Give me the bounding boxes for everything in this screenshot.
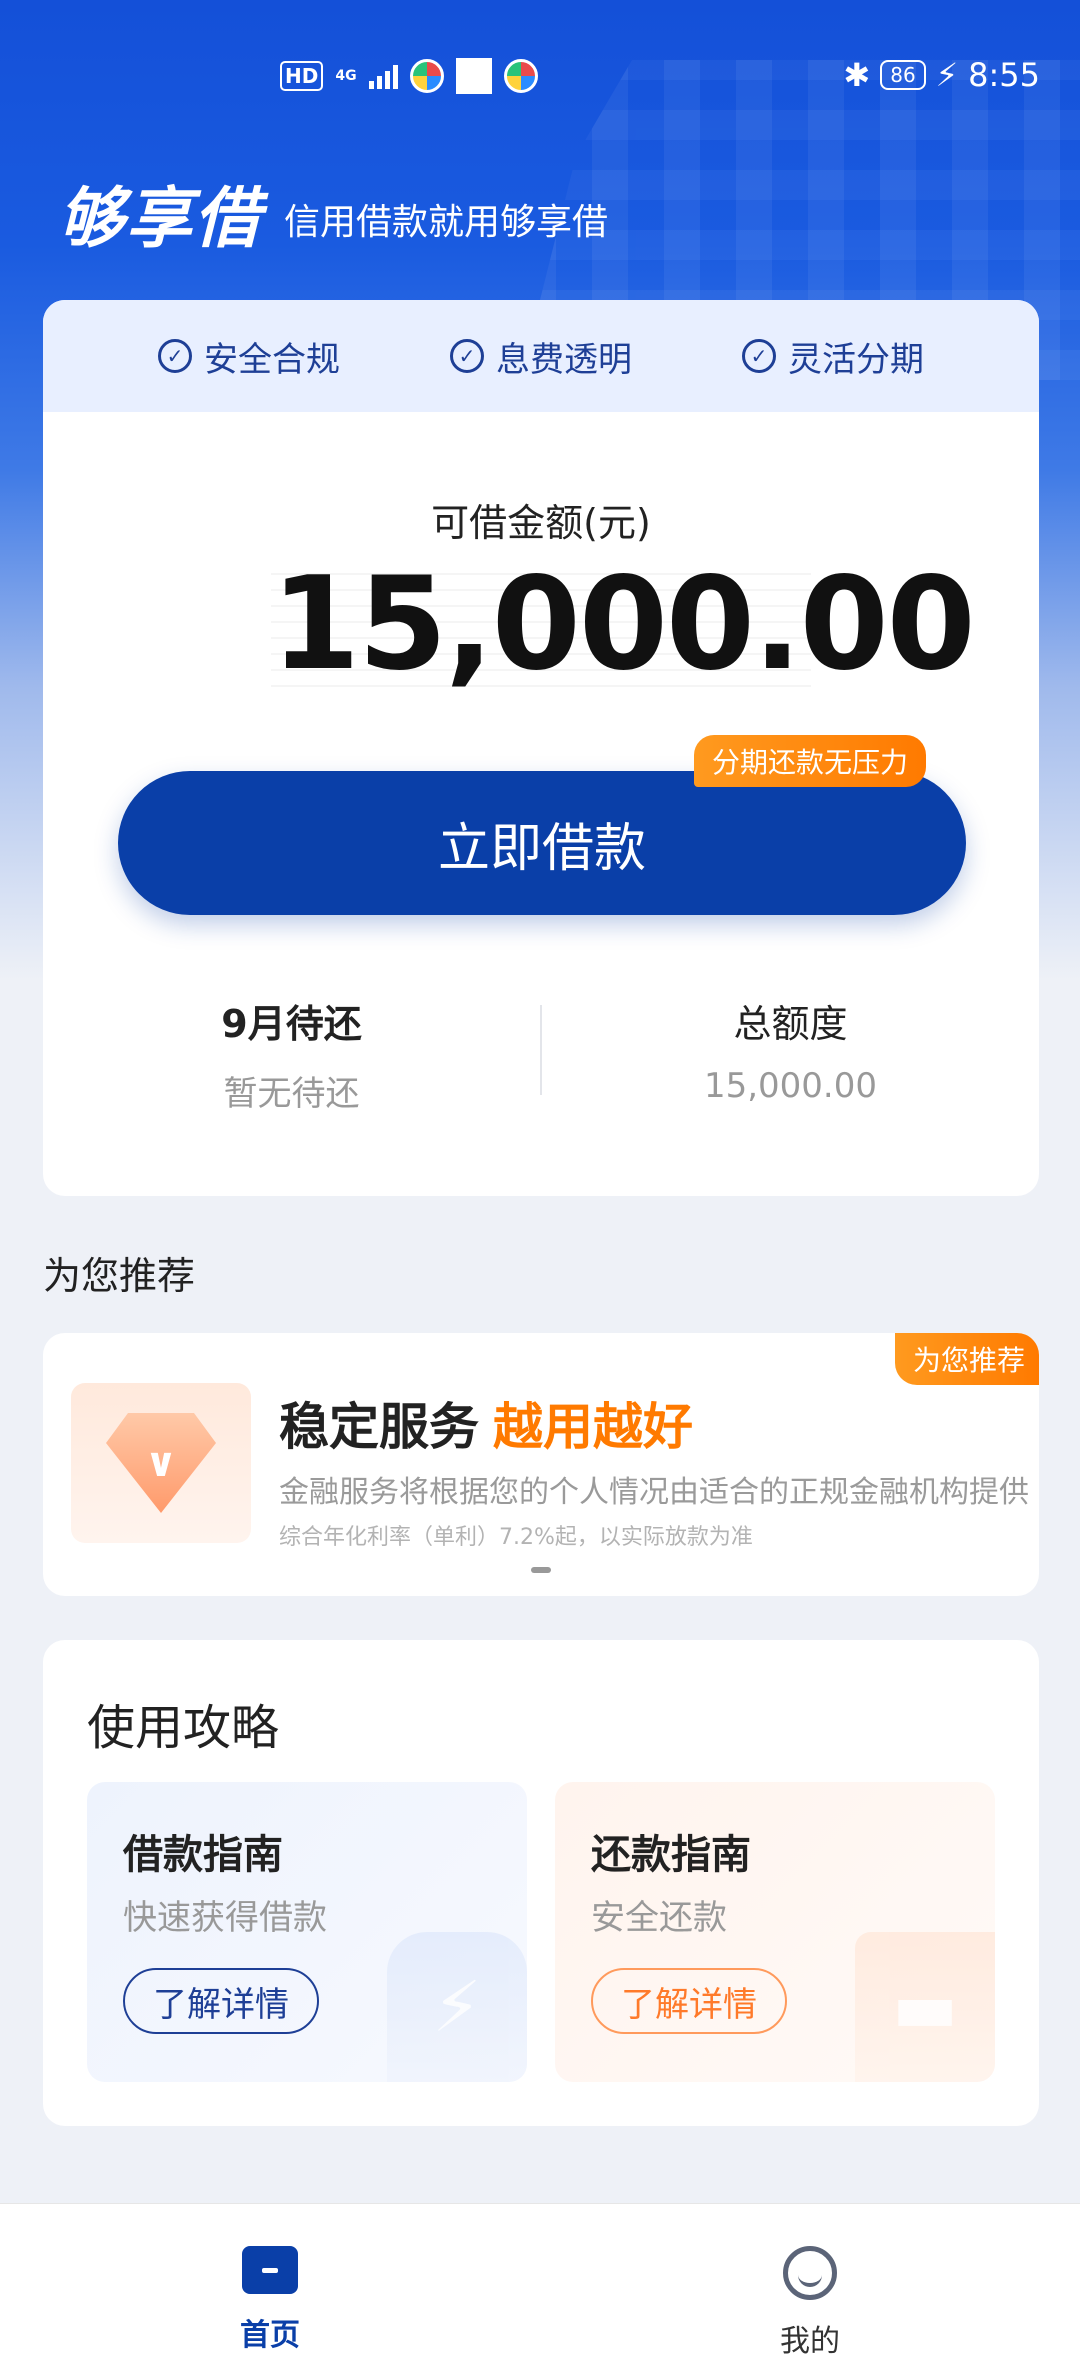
borrow-guide-subtitle: 快速获得借款: [123, 1898, 327, 1938]
tab-me-label: 我的: [780, 2324, 840, 2359]
status-left: HD 4G: [280, 58, 538, 94]
feature-strip: ✓ 安全合规 ✓ 息费透明 ✓ 灵活分期: [43, 300, 1039, 412]
recommend-title-main: 稳定服务: [279, 1398, 479, 1456]
repay-guide-details-button[interactable]: 了解详情: [591, 1968, 787, 2034]
app-notification-icon: [503, 59, 538, 93]
repay-guide-subtitle: 安全还款: [591, 1898, 727, 1938]
repay-guide[interactable]: 还款指南 安全还款 了解详情 ▬: [555, 1782, 995, 2082]
borrow-guide[interactable]: 借款指南 快速获得借款 了解详情 ⚡: [87, 1782, 527, 2082]
recommend-image: ∨: [71, 1383, 251, 1543]
hd-indicator: HD: [280, 61, 324, 91]
brand-header: 够享借 信用借款就用够享借: [58, 165, 608, 261]
charging-icon: ⚡: [935, 56, 959, 94]
cta-wrapper: 立即借款 分期还款无压力: [118, 735, 966, 915]
lightning-shield-icon: ⚡: [387, 1932, 527, 2082]
status-right: ✱ 86 ⚡ 8:55: [843, 56, 1040, 94]
network-type: 4G: [335, 68, 357, 84]
recommend-heading: 为您推荐: [43, 1254, 196, 1298]
recommend-title-highlight: 越用越好: [493, 1398, 693, 1456]
battery-level: 86: [880, 60, 926, 90]
installment-badge: 分期还款无压力: [693, 735, 926, 787]
repayment-due-stat[interactable]: 9月待还 暂无待还: [43, 993, 540, 1114]
amount-value: 15,000.00: [271, 550, 976, 699]
repay-guide-title: 还款指南: [591, 1832, 751, 1878]
repayment-due-value: 暂无待还: [223, 1074, 360, 1114]
tab-me[interactable]: 我的: [540, 2204, 1080, 2376]
borrow-guide-details-button[interactable]: 了解详情: [123, 1968, 319, 2034]
brand-slogan: 信用借款就用够享借: [284, 202, 609, 243]
feature-label: 灵活分期: [788, 339, 924, 380]
clock: 8:55: [968, 56, 1040, 94]
usage-guide-card: 使用攻略 借款指南 快速获得借款 了解详情 ⚡ 还款指南 安全还款 了解详情 ▬: [43, 1640, 1039, 2126]
feature-label: 息费透明: [496, 339, 632, 380]
feature-transparent-fees: ✓ 息费透明: [450, 332, 632, 381]
tab-home-label: 首页: [240, 2318, 300, 2353]
total-limit-stat[interactable]: 总额度 15,000.00: [542, 993, 1039, 1113]
check-circle-icon: ✓: [742, 339, 776, 373]
shield-badge-icon: ∨: [106, 1413, 216, 1513]
app-notification-icon: [409, 59, 444, 93]
recommend-title: 稳定服务 越用越好: [279, 1387, 693, 1459]
amount-label: 可借金额(元): [431, 501, 651, 545]
signal-icon: [368, 63, 398, 89]
borrow-now-button[interactable]: 立即借款: [118, 771, 966, 915]
total-limit-value: 15,000.00: [703, 1066, 878, 1106]
loan-stats: 9月待还 暂无待还 总额度 15,000.00: [43, 993, 1039, 1114]
recommend-banner[interactable]: 为您推荐 ∨ 稳定服务 越用越好 金融服务将根据您的个人情况由适合的正规金融机构提…: [43, 1333, 1039, 1596]
brand-logo: 够享借: [58, 180, 262, 257]
feature-label: 安全合规: [204, 339, 340, 380]
usage-guide-heading: 使用攻略: [87, 1700, 280, 1756]
repayment-due-title: 9月待还: [221, 1002, 362, 1046]
status-bar: HD 4G ✱ 86 ⚡ 8:55: [0, 50, 1080, 100]
feature-flexible-installments: ✓ 灵活分期: [742, 332, 924, 381]
bottom-tab-bar: 首页 我的: [0, 2203, 1080, 2376]
carousel-indicator: [531, 1567, 551, 1573]
recommend-badge: 为您推荐: [894, 1333, 1039, 1385]
recommend-rate-note: 综合年化利率（单利）7.2%起，以实际放款为准: [279, 1525, 753, 1550]
loan-card: ✓ 安全合规 ✓ 息费透明 ✓ 灵活分期 可借金额(元) 15,000.00 立…: [43, 300, 1039, 1196]
bluetooth-icon: ✱: [843, 56, 871, 94]
home-icon: [242, 2246, 298, 2294]
borrow-guide-title: 借款指南: [123, 1832, 283, 1878]
check-circle-icon: ✓: [158, 339, 192, 373]
chart-box-icon: ▬: [855, 1932, 995, 2082]
recommend-description: 金融服务将根据您的个人情况由适合的正规金融机构提供: [279, 1475, 1029, 1510]
tab-home[interactable]: 首页: [0, 2204, 540, 2376]
notification-square-icon: [455, 58, 492, 94]
total-limit-title: 总额度: [733, 1002, 848, 1046]
feature-compliance: ✓ 安全合规: [158, 332, 340, 381]
smiley-profile-icon: [783, 2246, 837, 2300]
check-circle-icon: ✓: [450, 339, 484, 373]
